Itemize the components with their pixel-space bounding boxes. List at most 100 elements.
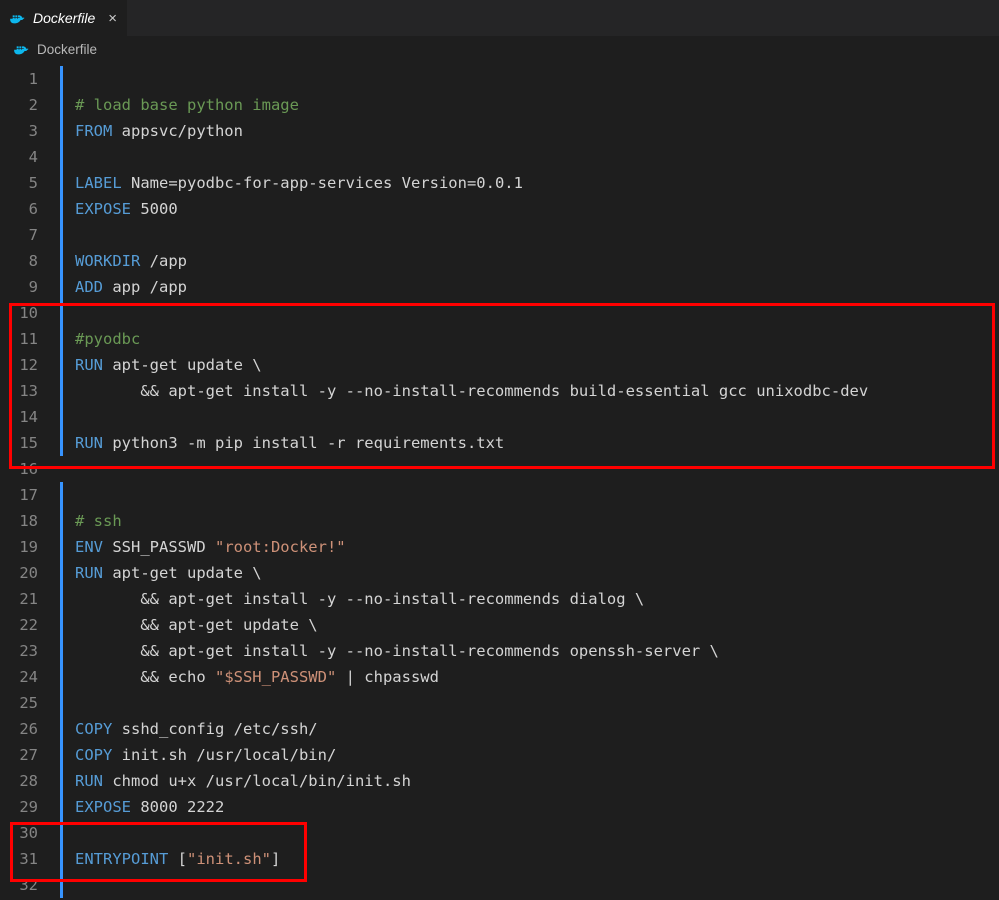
code-line[interactable]: 7	[0, 222, 999, 248]
code-line[interactable]: 9ADD app /app	[0, 274, 999, 300]
code-line[interactable]: 12RUN apt-get update \	[0, 352, 999, 378]
code-line[interactable]: 13 && apt-get install -y --no-install-re…	[0, 378, 999, 404]
line-number: 12	[0, 352, 60, 378]
line-number: 13	[0, 378, 60, 404]
line-number: 26	[0, 716, 60, 742]
code-line[interactable]: 4	[0, 144, 999, 170]
line-number: 24	[0, 664, 60, 690]
code-content: && apt-get update \	[75, 612, 999, 638]
modified-indicator	[60, 664, 63, 690]
line-number: 3	[0, 118, 60, 144]
code-content: COPY init.sh /usr/local/bin/	[75, 742, 999, 768]
code-line[interactable]: 29 EXPOSE 8000 2222	[0, 794, 999, 820]
line-number: 27	[0, 742, 60, 768]
code-line[interactable]: 5LABEL Name=pyodbc-for-app-services Vers…	[0, 170, 999, 196]
code-line[interactable]: 21 && apt-get install -y --no-install-re…	[0, 586, 999, 612]
code-line[interactable]: 14	[0, 404, 999, 430]
code-line[interactable]: 18# ssh	[0, 508, 999, 534]
code-line[interactable]: 16	[0, 456, 999, 482]
line-number: 31	[0, 846, 60, 872]
modified-indicator	[60, 768, 63, 794]
modified-indicator	[60, 300, 63, 326]
docker-icon	[14, 43, 30, 55]
code-content: ADD app /app	[75, 274, 999, 300]
modified-indicator	[60, 560, 63, 586]
breadcrumb-title: Dockerfile	[37, 42, 97, 57]
modified-indicator	[60, 66, 63, 92]
code-line[interactable]: 2# load base python image	[0, 92, 999, 118]
tab-dockerfile[interactable]: Dockerfile ×	[0, 0, 127, 36]
code-line[interactable]: 15RUN python3 -m pip install -r requirem…	[0, 430, 999, 456]
line-number: 32	[0, 872, 60, 898]
code-line[interactable]: 11#pyodbc	[0, 326, 999, 352]
modified-indicator	[60, 586, 63, 612]
code-line[interactable]: 32	[0, 872, 999, 898]
code-content	[75, 482, 999, 508]
modified-indicator	[60, 794, 63, 820]
code-content: RUN apt-get update \	[75, 560, 999, 586]
line-number: 22	[0, 612, 60, 638]
code-line[interactable]: 24 && echo "$SSH_PASSWD" | chpasswd	[0, 664, 999, 690]
code-content: # load base python image	[75, 92, 999, 118]
line-number: 14	[0, 404, 60, 430]
modified-indicator	[60, 508, 63, 534]
code-content: && echo "$SSH_PASSWD" | chpasswd	[75, 664, 999, 690]
modified-indicator	[60, 482, 63, 508]
code-line[interactable]: 30	[0, 820, 999, 846]
code-line[interactable]: 19ENV SSH_PASSWD "root:Docker!"	[0, 534, 999, 560]
code-content	[75, 872, 999, 898]
code-content: && apt-get install -y --no-install-recom…	[75, 378, 999, 404]
tab-title: Dockerfile	[33, 10, 95, 26]
code-line[interactable]: 1	[0, 66, 999, 92]
code-line[interactable]: 23 && apt-get install -y --no-install-re…	[0, 638, 999, 664]
modified-indicator	[60, 144, 63, 170]
modified-indicator	[60, 820, 63, 846]
code-editor[interactable]: 1 2# load base python image3 FROM appsvc/…	[0, 62, 999, 898]
code-content: COPY sshd_config /etc/ssh/	[75, 716, 999, 742]
modified-indicator	[60, 534, 63, 560]
code-content	[75, 456, 999, 482]
code-content: WORKDIR /app	[75, 248, 999, 274]
code-line[interactable]: 28RUN chmod u+x /usr/local/bin/init.sh	[0, 768, 999, 794]
code-line[interactable]: 3 FROM appsvc/python	[0, 118, 999, 144]
modified-indicator	[60, 118, 63, 144]
modified-indicator	[60, 378, 63, 404]
code-line[interactable]: 10	[0, 300, 999, 326]
modified-indicator	[60, 274, 63, 300]
line-number: 16	[0, 456, 60, 482]
code-content: && apt-get install -y --no-install-recom…	[75, 638, 999, 664]
code-line[interactable]: 8WORKDIR /app	[0, 248, 999, 274]
code-content	[75, 820, 999, 846]
code-content	[75, 300, 999, 326]
breadcrumb[interactable]: Dockerfile	[0, 36, 999, 62]
line-number: 10	[0, 300, 60, 326]
code-line[interactable]: 27 COPY init.sh /usr/local/bin/	[0, 742, 999, 768]
code-content: ENV SSH_PASSWD "root:Docker!"	[75, 534, 999, 560]
line-number: 17	[0, 482, 60, 508]
code-content: # ssh	[75, 508, 999, 534]
line-number: 20	[0, 560, 60, 586]
code-line[interactable]: 26 COPY sshd_config /etc/ssh/	[0, 716, 999, 742]
code-line[interactable]: 20 RUN apt-get update \	[0, 560, 999, 586]
modified-indicator	[60, 352, 63, 378]
line-number: 28	[0, 768, 60, 794]
code-line[interactable]: 31ENTRYPOINT ["init.sh"]	[0, 846, 999, 872]
code-content: LABEL Name=pyodbc-for-app-services Versi…	[75, 170, 999, 196]
docker-icon	[10, 12, 26, 24]
code-line[interactable]: 25	[0, 690, 999, 716]
modified-indicator	[60, 872, 63, 898]
code-content	[75, 690, 999, 716]
code-content: FROM appsvc/python	[75, 118, 999, 144]
code-content	[75, 66, 999, 92]
modified-indicator	[60, 170, 63, 196]
code-line[interactable]: 6EXPOSE 5000	[0, 196, 999, 222]
tab-bar: Dockerfile ×	[0, 0, 999, 36]
line-number: 11	[0, 326, 60, 352]
code-content: EXPOSE 8000 2222	[75, 794, 999, 820]
code-line[interactable]: 17	[0, 482, 999, 508]
close-icon[interactable]: ×	[108, 10, 117, 27]
line-number: 30	[0, 820, 60, 846]
code-line[interactable]: 22 && apt-get update \	[0, 612, 999, 638]
line-number: 29	[0, 794, 60, 820]
modified-indicator	[60, 742, 63, 768]
